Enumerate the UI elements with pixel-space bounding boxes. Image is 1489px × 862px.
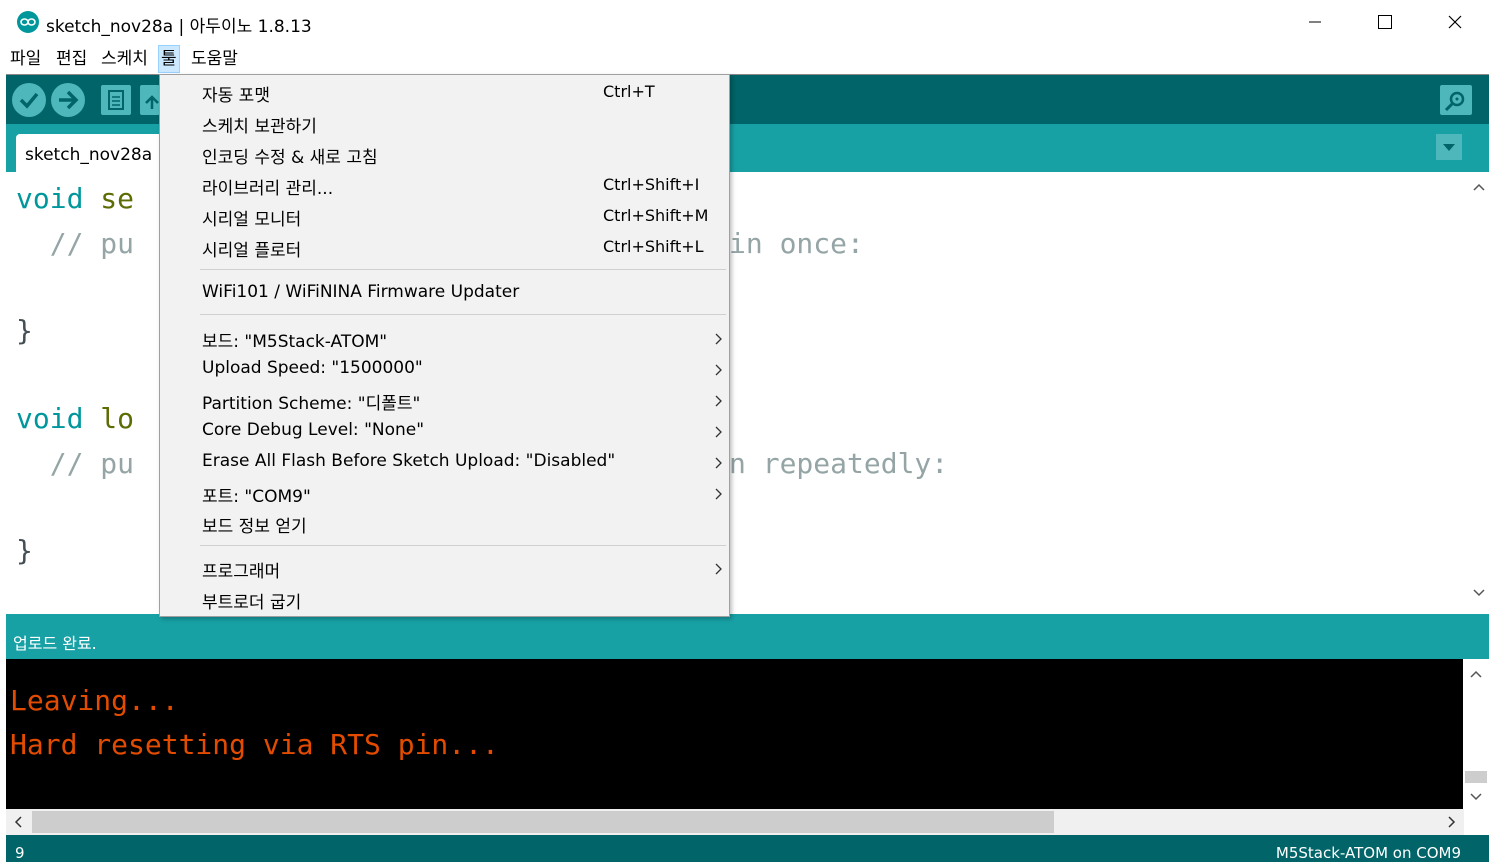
scroll-right-icon[interactable] xyxy=(1442,809,1462,835)
close-icon xyxy=(1448,15,1462,29)
upload-button[interactable] xyxy=(51,83,85,117)
window-title: sketch_nov28a | 아두이노 1.8.13 xyxy=(46,17,312,37)
menu-item-upload-speed[interactable]: Upload Speed: "1500000" xyxy=(160,354,729,385)
menu-sketch[interactable]: 스케치 xyxy=(99,46,150,72)
code-line: // pu xyxy=(16,227,135,260)
new-sketch-button[interactable] xyxy=(101,85,131,115)
menu-separator xyxy=(200,545,726,546)
chevron-right-icon xyxy=(715,457,722,469)
footer-bar: 9 M5Stack-ATOM on COM9 xyxy=(6,835,1489,862)
board-port-info: M5Stack-ATOM on COM9 xyxy=(1275,844,1461,862)
chevron-right-icon xyxy=(715,333,722,345)
scroll-down-icon[interactable] xyxy=(1463,785,1489,807)
minimize-icon xyxy=(1309,21,1321,23)
code-line: void lo xyxy=(16,402,135,435)
title-bar: sketch_nov28a | 아두이노 1.8.13 xyxy=(0,0,1489,44)
scroll-up-icon[interactable] xyxy=(1469,177,1489,197)
menu-item-board[interactable]: 보드: "M5Stack-ATOM" xyxy=(160,323,729,354)
scroll-up-icon[interactable] xyxy=(1463,663,1489,685)
code-line: void se xyxy=(16,182,135,215)
verify-icon xyxy=(19,92,39,109)
tab-menu-icon xyxy=(1443,144,1455,151)
menu-item-burn-bootloader[interactable]: 부트로더 굽기 xyxy=(160,584,729,615)
console-line: Hard resetting via RTS pin... xyxy=(10,728,499,761)
menu-separator xyxy=(200,314,726,315)
console-scroll-thumb[interactable] xyxy=(1465,771,1487,783)
menu-item-manage-libraries[interactable]: 라이브러리 관리... Ctrl+Shift+I xyxy=(160,170,729,201)
menu-item-serial-plotter[interactable]: 시리얼 플로터 Ctrl+Shift+L xyxy=(160,232,729,263)
code-line-visible-end: in once: xyxy=(729,227,864,260)
new-icon xyxy=(108,90,124,110)
maximize-icon xyxy=(1378,15,1392,29)
chevron-right-icon xyxy=(715,364,722,376)
menu-item-serial-monitor[interactable]: 시리얼 모니터 Ctrl+Shift+M xyxy=(160,201,729,232)
console-line: Leaving... xyxy=(10,684,179,717)
tab-label: sketch_nov28a xyxy=(25,145,153,165)
code-line: // pu xyxy=(16,447,135,480)
menu-item-firmware-updater[interactable]: WiFi101 / WiFiNINA Firmware Updater xyxy=(160,278,729,309)
code-line: } xyxy=(16,534,33,567)
minimize-button[interactable] xyxy=(1280,0,1350,44)
arduino-logo-icon xyxy=(17,11,39,33)
open-icon xyxy=(145,95,159,109)
hscroll-thumb[interactable] xyxy=(32,811,1054,833)
editor-scrollbar[interactable] xyxy=(1469,172,1489,605)
menu-help[interactable]: 도움말 xyxy=(189,46,240,72)
status-message: 업로드 완료. xyxy=(13,634,97,653)
status-bar: 업로드 완료. xyxy=(6,610,1489,659)
serial-monitor-icon xyxy=(1444,91,1465,112)
menu-item-port[interactable]: 포트: "COM9" xyxy=(160,478,729,509)
tab-menu-button[interactable] xyxy=(1436,134,1462,160)
code-line-visible-end: n repeatedly: xyxy=(729,447,949,480)
close-button[interactable] xyxy=(1420,0,1489,44)
serial-monitor-button[interactable] xyxy=(1440,85,1472,115)
tools-menu: 자동 포맷 Ctrl+T 스케치 보관하기 인코딩 수정 & 새로 고침 라이브… xyxy=(159,74,730,617)
menu-item-core-debug-level[interactable]: Core Debug Level: "None" xyxy=(160,416,729,447)
menu-item-programmer[interactable]: 프로그래머 xyxy=(160,553,729,584)
menu-bar: 파일 편집 스케치 툴 도움말 xyxy=(0,44,1489,74)
chevron-right-icon xyxy=(715,426,722,438)
menu-separator xyxy=(200,269,726,270)
menu-edit[interactable]: 편집 xyxy=(54,46,89,72)
maximize-button[interactable] xyxy=(1350,0,1420,44)
verify-button[interactable] xyxy=(12,83,46,117)
scroll-down-icon[interactable] xyxy=(1469,582,1489,602)
scroll-left-icon[interactable] xyxy=(8,809,28,835)
menu-item-erase-flash[interactable]: Erase All Flash Before Sketch Upload: "D… xyxy=(160,447,729,478)
console-scrollbar[interactable] xyxy=(1463,659,1489,809)
menu-item-auto-format[interactable]: 자동 포맷 Ctrl+T xyxy=(160,77,729,108)
menu-file[interactable]: 파일 xyxy=(8,46,43,72)
line-number: 9 xyxy=(15,844,25,862)
menu-item-partition-scheme[interactable]: Partition Scheme: "디폴트" xyxy=(160,385,729,416)
menu-tools[interactable]: 툴 xyxy=(158,45,180,73)
chevron-right-icon xyxy=(715,488,722,500)
menu-item-archive-sketch[interactable]: 스케치 보관하기 xyxy=(160,108,729,139)
menu-item-fix-encoding[interactable]: 인코딩 수정 & 새로 고침 xyxy=(160,139,729,170)
chevron-right-icon xyxy=(715,395,722,407)
chevron-right-icon xyxy=(715,563,722,575)
open-sketch-button[interactable] xyxy=(140,85,160,115)
code-line: } xyxy=(16,314,33,347)
upload-icon xyxy=(59,90,79,110)
console-hscrollbar[interactable] xyxy=(6,809,1464,835)
menu-item-board-info[interactable]: 보드 정보 얻기 xyxy=(160,508,729,539)
console-output[interactable]: Leaving... Hard resetting via RTS pin... xyxy=(6,659,1489,809)
